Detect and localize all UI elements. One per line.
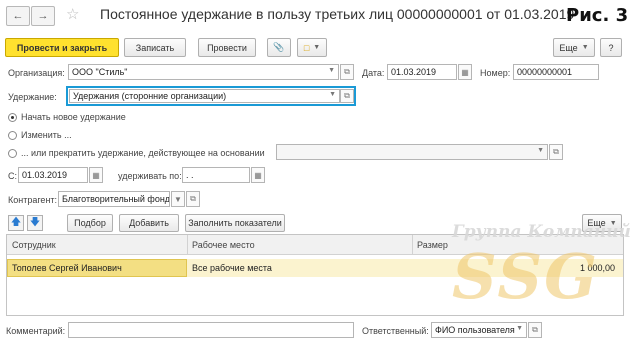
- radio-new-label: Начать новое удержание: [21, 112, 126, 122]
- column-divider: [412, 235, 413, 255]
- forward-icon[interactable]: →: [31, 6, 55, 26]
- counterparty-value: Благотворительный фонд: [62, 194, 170, 204]
- number-label: Номер:: [480, 68, 511, 78]
- until-date-value: . .: [186, 170, 194, 180]
- paperclip-icon[interactable]: 📎: [267, 38, 291, 57]
- chevron-down-icon[interactable]: ▼: [328, 67, 335, 74]
- calendar-icon[interactable]: ▦: [458, 64, 472, 80]
- date-value: 01.03.2019: [391, 67, 437, 77]
- help-button[interactable]: ?: [600, 38, 622, 57]
- from-date-field[interactable]: 01.03.2019: [18, 167, 88, 183]
- more-button[interactable]: Еще ▼: [553, 38, 595, 57]
- date-field[interactable]: 01.03.2019: [387, 64, 457, 80]
- chevron-down-icon[interactable]: ▼: [516, 325, 523, 332]
- more-label: Еще: [559, 42, 578, 53]
- from-date-value: 01.03.2019: [22, 170, 68, 180]
- pick-button[interactable]: Подбор: [67, 214, 113, 232]
- comment-label: Комментарий:: [6, 326, 66, 336]
- move-down-icon[interactable]: 🡇: [27, 215, 43, 231]
- radio-change-label: Изменить ...: [21, 130, 72, 140]
- figure-caption: Рис. 3: [566, 5, 629, 26]
- back-icon[interactable]: ←: [6, 6, 30, 26]
- fill-indicators-button[interactable]: Заполнить показатели: [185, 214, 285, 232]
- counterparty-field[interactable]: Благотворительный фонд: [58, 191, 170, 207]
- table-more-button[interactable]: Еще ▼: [582, 214, 622, 232]
- date-label: Дата:: [362, 68, 385, 78]
- radio-stop-label: ... или прекратить удержание, действующе…: [21, 148, 265, 158]
- number-value: 00000000001: [517, 67, 573, 77]
- chevron-down-icon: ▼: [609, 219, 617, 227]
- open-icon[interactable]: ⧉: [549, 144, 563, 160]
- employees-table[interactable]: Сотрудник Рабочее место Размер Тополев С…: [6, 234, 624, 316]
- chevron-down-icon[interactable]: ▼: [329, 91, 336, 98]
- open-icon[interactable]: ⧉: [340, 89, 354, 103]
- org-field[interactable]: ООО "Стиль" ▼: [68, 64, 339, 80]
- move-up-icon[interactable]: 🡅: [8, 215, 24, 231]
- open-icon[interactable]: ⧉: [186, 191, 200, 207]
- chevron-down-icon[interactable]: ▼: [171, 191, 185, 207]
- radio-stop[interactable]: [8, 149, 17, 158]
- deduction-label: Удержание:: [8, 92, 57, 102]
- from-label: С:: [8, 171, 17, 181]
- responsible-value: ФИО пользователя: [435, 325, 515, 335]
- print-menu-button[interactable]: □ ▼: [297, 38, 327, 57]
- favorite-star-icon[interactable]: ☆: [66, 5, 79, 23]
- chevron-down-icon: ▼: [313, 44, 321, 51]
- open-icon[interactable]: ⧉: [528, 322, 542, 338]
- org-label: Организация:: [8, 68, 65, 78]
- comment-field[interactable]: [68, 322, 354, 338]
- deduction-field[interactable]: Удержания (сторонние организации) ▼: [69, 89, 340, 103]
- column-divider: [187, 235, 188, 255]
- column-workplace[interactable]: Рабочее место: [192, 240, 255, 250]
- counterparty-label: Контрагент:: [8, 195, 58, 205]
- until-label: удерживать по:: [118, 171, 182, 181]
- column-employee[interactable]: Сотрудник: [12, 240, 56, 250]
- radio-change[interactable]: [8, 131, 17, 140]
- save-button[interactable]: Записать: [124, 38, 186, 57]
- cell-employee[interactable]: Тополев Сергей Иванович: [12, 263, 122, 273]
- calendar-icon[interactable]: ▦: [89, 167, 103, 183]
- number-field[interactable]: 00000000001: [513, 64, 599, 80]
- org-value: ООО "Стиль": [72, 67, 128, 77]
- table-more-label: Еще: [587, 218, 606, 228]
- chevron-down-icon: ▼: [581, 44, 589, 51]
- calendar-icon[interactable]: ▦: [251, 167, 265, 183]
- open-icon[interactable]: ⧉: [340, 64, 354, 80]
- chevron-down-icon[interactable]: ▼: [537, 147, 544, 154]
- responsible-field[interactable]: ФИО пользователя ▼: [431, 322, 527, 338]
- deduction-value: Удержания (сторонние организации): [73, 91, 227, 101]
- table-header: Сотрудник Рабочее место Размер: [7, 235, 623, 255]
- window-title: Постоянное удержание в пользу третьих ли…: [100, 6, 575, 22]
- post-button[interactable]: Провести: [198, 38, 256, 57]
- responsible-label: Ответственный:: [362, 326, 429, 336]
- cell-workplace[interactable]: Все рабочие места: [192, 263, 272, 273]
- until-date-field[interactable]: . .: [182, 167, 250, 183]
- add-button[interactable]: Добавить: [119, 214, 179, 232]
- document-icon: □: [303, 42, 310, 53]
- table-row[interactable]: Тополев Сергей Иванович Все рабочие мест…: [7, 259, 623, 277]
- basis-field[interactable]: ▼: [276, 144, 548, 160]
- cell-amount[interactable]: 1 000,00: [580, 263, 615, 273]
- radio-new-deduction[interactable]: [8, 113, 17, 122]
- column-amount[interactable]: Размер: [417, 240, 448, 250]
- post-and-close-button[interactable]: Провести и закрыть: [5, 38, 119, 57]
